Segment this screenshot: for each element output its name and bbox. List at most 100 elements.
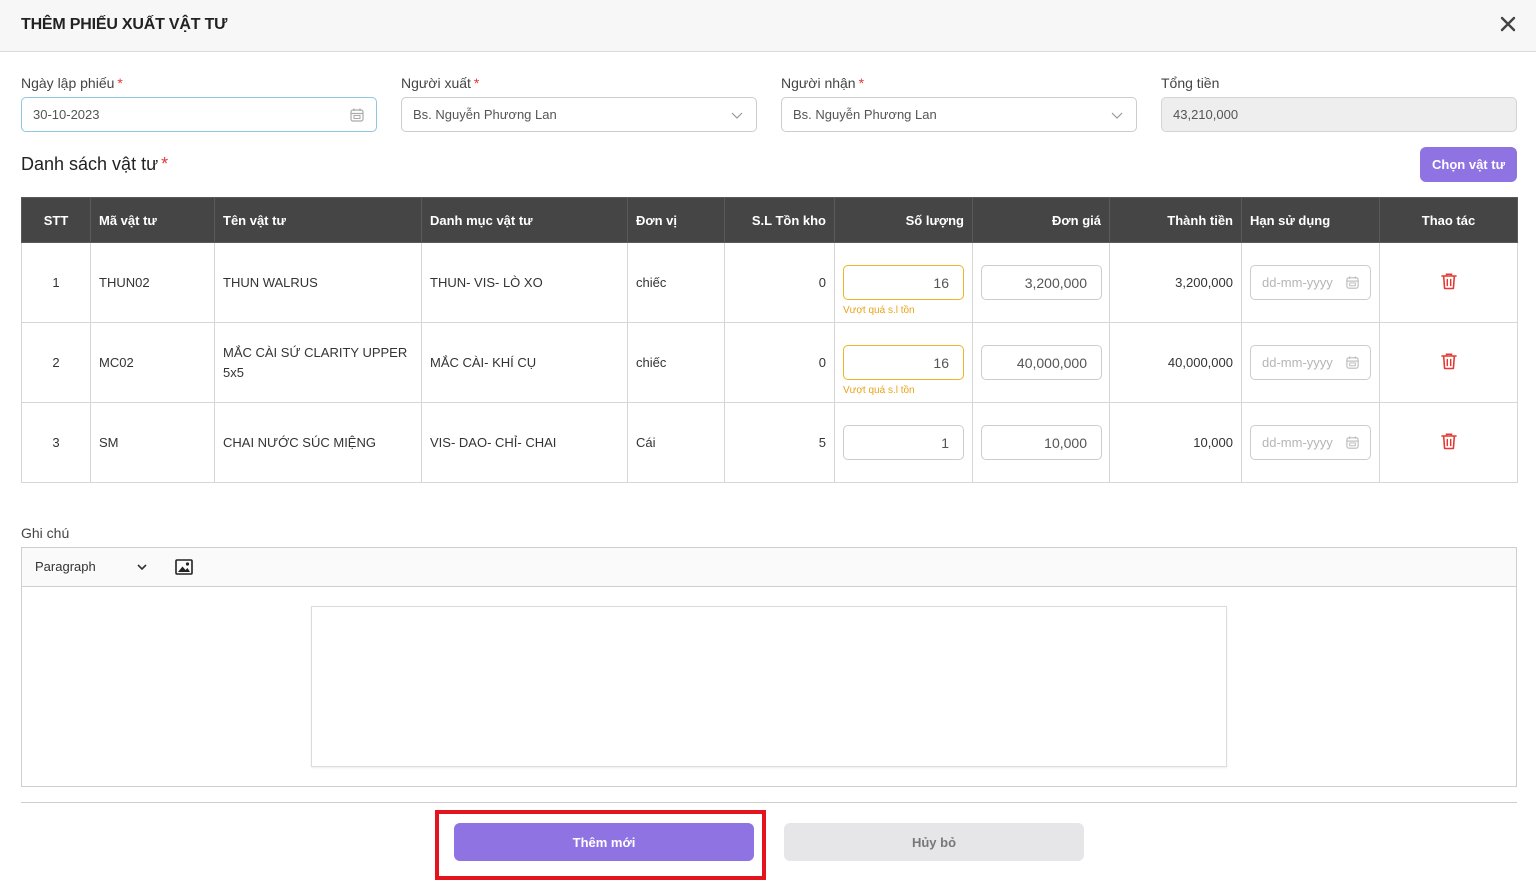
expiry-placeholder: dd-mm-yyyy <box>1262 435 1333 450</box>
receiver-label: Người nhận * <box>781 75 865 91</box>
row-stt: 1 <box>21 242 91 323</box>
row-price-cell: 40,000,000 <box>972 322 1110 403</box>
paragraph-format-select[interactable]: Paragraph <box>35 559 148 574</box>
row-stock: 0 <box>724 322 835 403</box>
note-content-area[interactable] <box>311 606 1227 767</box>
trash-icon[interactable] <box>1439 351 1459 371</box>
header-price: Đơn giá <box>972 197 1110 243</box>
row-actions <box>1379 402 1518 483</box>
exporter-select[interactable]: Bs. Nguyễn Phương Lan <box>401 97 757 132</box>
table-row: 3 SM CHAI NƯỚC SÚC MIỆNG VIS- DAO- CHỈ- … <box>21 402 1518 483</box>
receiver-value: Bs. Nguyễn Phương Lan <box>793 107 937 122</box>
stock-warning: Vượt quá s.l tồn <box>843 385 915 396</box>
calendar-icon[interactable] <box>1345 355 1360 370</box>
date-label: Ngày lập phiếu * <box>21 75 123 91</box>
row-expiry-cell: dd-mm-yyyy <box>1241 242 1380 323</box>
chevron-down-icon <box>137 563 147 570</box>
items-section-title: Danh sách vật tư * <box>21 154 169 174</box>
modal-header: THÊM PHIẾU XUẤT VẬT TƯ <box>0 0 1536 52</box>
row-category: THUN- VIS- LÒ XO <box>421 242 628 323</box>
header-name: Tên vật tư <box>214 197 422 243</box>
calendar-icon[interactable] <box>1345 435 1360 450</box>
date-input[interactable]: 30-10-2023 <box>21 97 377 132</box>
header-code: Mã vật tư <box>90 197 215 243</box>
exporter-label: Người xuất * <box>401 75 480 91</box>
table-row: 1 THUN02 THUN WALRUS THUN- VIS- LÒ XO ch… <box>21 242 1518 323</box>
choose-items-button[interactable]: Chọn vật tư <box>1420 147 1517 182</box>
row-code: SM <box>90 402 215 483</box>
price-input[interactable]: 3,200,000 <box>981 265 1102 300</box>
calendar-icon[interactable] <box>349 107 365 123</box>
chevron-down-icon <box>731 112 743 119</box>
note-editor: Paragraph <box>21 547 1517 787</box>
price-input[interactable]: 10,000 <box>981 425 1102 460</box>
expiry-input[interactable]: dd-mm-yyyy <box>1250 265 1371 300</box>
header-actions: Thao tác <box>1379 197 1518 243</box>
header-amount: Thành tiền <box>1109 197 1242 243</box>
row-category: VIS- DAO- CHỈ- CHAI <box>421 402 628 483</box>
header-stock: S.L Tồn kho <box>724 197 835 243</box>
add-new-button[interactable]: Thêm mới <box>454 823 754 861</box>
total-field: 43,210,000 <box>1161 97 1517 132</box>
row-actions <box>1379 242 1518 323</box>
row-qty-cell: 16 Vượt quá s.l tồn <box>834 322 973 403</box>
row-expiry-cell: dd-mm-yyyy <box>1241 322 1380 403</box>
row-code: THUN02 <box>90 242 215 323</box>
table-header-row: STT Mã vật tư Tên vật tư Danh mục vật tư… <box>21 197 1518 243</box>
price-input[interactable]: 40,000,000 <box>981 345 1102 380</box>
date-value: 30-10-2023 <box>33 107 100 122</box>
total-label: Tổng tiền <box>1161 75 1220 91</box>
row-amount: 10,000 <box>1109 402 1242 483</box>
row-name: THUN WALRUS <box>214 242 422 323</box>
row-name: CHAI NƯỚC SÚC MIỆNG <box>214 402 422 483</box>
trash-icon[interactable] <box>1439 271 1459 291</box>
row-actions <box>1379 322 1518 403</box>
note-label: Ghi chú <box>21 525 70 541</box>
row-qty-cell: 16 Vượt quá s.l tồn <box>834 242 973 323</box>
cancel-button[interactable]: Hủy bỏ <box>784 823 1084 861</box>
row-price-cell: 10,000 <box>972 402 1110 483</box>
editor-toolbar: Paragraph <box>22 548 1516 587</box>
row-code: MC02 <box>90 322 215 403</box>
header-qty: Số lượng <box>834 197 973 243</box>
trash-icon[interactable] <box>1439 431 1459 451</box>
header-category: Danh mục vật tư <box>421 197 628 243</box>
footer-divider <box>21 802 1517 803</box>
image-icon[interactable] <box>175 559 193 575</box>
close-icon[interactable] <box>1498 14 1518 34</box>
row-qty-cell: 1 <box>834 402 973 483</box>
row-amount: 40,000,000 <box>1109 322 1242 403</box>
row-name: MẮC CÀI SỨ CLARITY UPPER 5x5 <box>214 322 422 403</box>
header-stt: STT <box>21 197 91 243</box>
row-expiry-cell: dd-mm-yyyy <box>1241 402 1380 483</box>
row-category: MẮC CÀI- KHÍ CỤ <box>421 322 628 403</box>
row-unit: Cái <box>627 402 725 483</box>
row-stock: 5 <box>724 402 835 483</box>
calendar-icon[interactable] <box>1345 275 1360 290</box>
expiry-placeholder: dd-mm-yyyy <box>1262 275 1333 290</box>
row-price-cell: 3,200,000 <box>972 242 1110 323</box>
row-unit: chiếc <box>627 242 725 323</box>
chevron-down-icon <box>1111 112 1123 119</box>
total-value: 43,210,000 <box>1173 107 1239 122</box>
modal-title: THÊM PHIẾU XUẤT VẬT TƯ <box>21 16 228 33</box>
table-row: 2 MC02 MẮC CÀI SỨ CLARITY UPPER 5x5 MẮC … <box>21 322 1518 403</box>
expiry-placeholder: dd-mm-yyyy <box>1262 355 1333 370</box>
row-amount: 3,200,000 <box>1109 242 1242 323</box>
paragraph-format-value: Paragraph <box>35 559 96 574</box>
row-stock: 0 <box>724 242 835 323</box>
expiry-input[interactable]: dd-mm-yyyy <box>1250 345 1371 380</box>
header-unit: Đơn vị <box>627 197 725 243</box>
row-stt: 3 <box>21 402 91 483</box>
qty-input[interactable]: 1 <box>843 425 964 460</box>
expiry-input[interactable]: dd-mm-yyyy <box>1250 425 1371 460</box>
qty-input[interactable]: 16 <box>843 265 964 300</box>
receiver-select[interactable]: Bs. Nguyễn Phương Lan <box>781 97 1137 132</box>
exporter-value: Bs. Nguyễn Phương Lan <box>413 107 557 122</box>
row-unit: chiếc <box>627 322 725 403</box>
stock-warning: Vượt quá s.l tồn <box>843 305 915 316</box>
header-expiry: Hạn sử dụng <box>1241 197 1380 243</box>
items-table: STT Mã vật tư Tên vật tư Danh mục vật tư… <box>21 197 1518 483</box>
row-stt: 2 <box>21 322 91 403</box>
qty-input[interactable]: 16 <box>843 345 964 380</box>
